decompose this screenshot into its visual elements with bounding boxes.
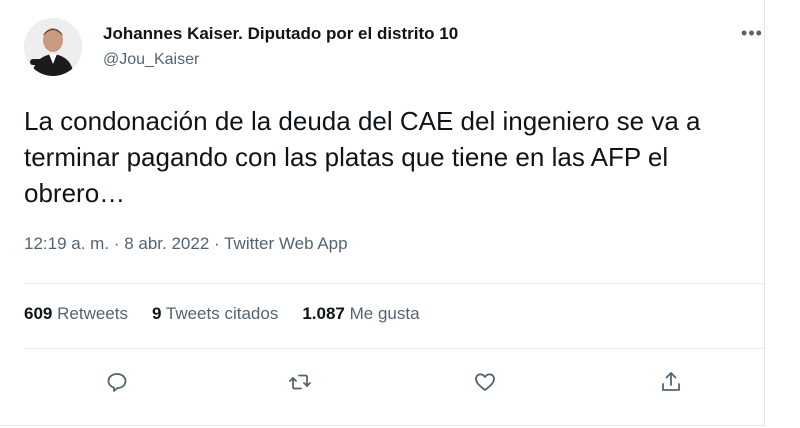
tweet-text: La condonación de la deuda del CAE del i… xyxy=(24,106,701,208)
meta-separator: · xyxy=(113,234,120,253)
tweet-meta: 12:19 a. m. · 8 abr. 2022 · Twitter Web … xyxy=(24,234,348,254)
tweet-date[interactable]: 8 abr. 2022 xyxy=(124,234,209,253)
likes-count: 1.087 xyxy=(302,304,345,323)
divider xyxy=(24,283,764,284)
avatar[interactable] xyxy=(24,18,82,76)
author-handle[interactable]: @Jou_Kaiser xyxy=(103,51,199,69)
quotes-count: 9 xyxy=(151,304,162,323)
retweet-button[interactable] xyxy=(284,366,316,398)
retweets-stat[interactable]: 609 Retweets xyxy=(24,304,128,324)
reply-icon xyxy=(107,373,127,392)
likes-stat[interactable]: 1.087 Me gusta xyxy=(302,304,419,324)
like-button[interactable] xyxy=(469,366,501,398)
likes-label: Me gusta xyxy=(349,304,420,323)
quotes-label: Tweets citados xyxy=(165,304,279,323)
tweet-stats: 609 Retweets 9 Tweets citados 1.087 Me g… xyxy=(24,304,420,324)
reply-button[interactable] xyxy=(101,366,133,398)
author-name[interactable]: Johannes Kaiser. Diputado por el distrit… xyxy=(103,24,458,44)
more-icon[interactable]: ••• xyxy=(738,22,766,44)
tweet-time[interactable]: 12:19 a. m. xyxy=(24,234,109,253)
tweet-source[interactable]: Twitter Web App xyxy=(224,234,347,253)
retweets-label: Retweets xyxy=(57,304,128,323)
share-icon xyxy=(662,372,680,391)
retweet-icon xyxy=(289,374,311,390)
meta-separator: · xyxy=(214,234,220,253)
share-button[interactable] xyxy=(655,366,687,398)
retweets-count: 609 xyxy=(24,304,53,323)
quotes-stat[interactable]: 9 Tweets citados xyxy=(152,304,278,324)
heart-icon xyxy=(475,373,495,391)
action-bar xyxy=(0,364,765,400)
divider xyxy=(24,348,764,349)
tweet-card: Johannes Kaiser. Diputado por el distrit… xyxy=(0,0,765,426)
